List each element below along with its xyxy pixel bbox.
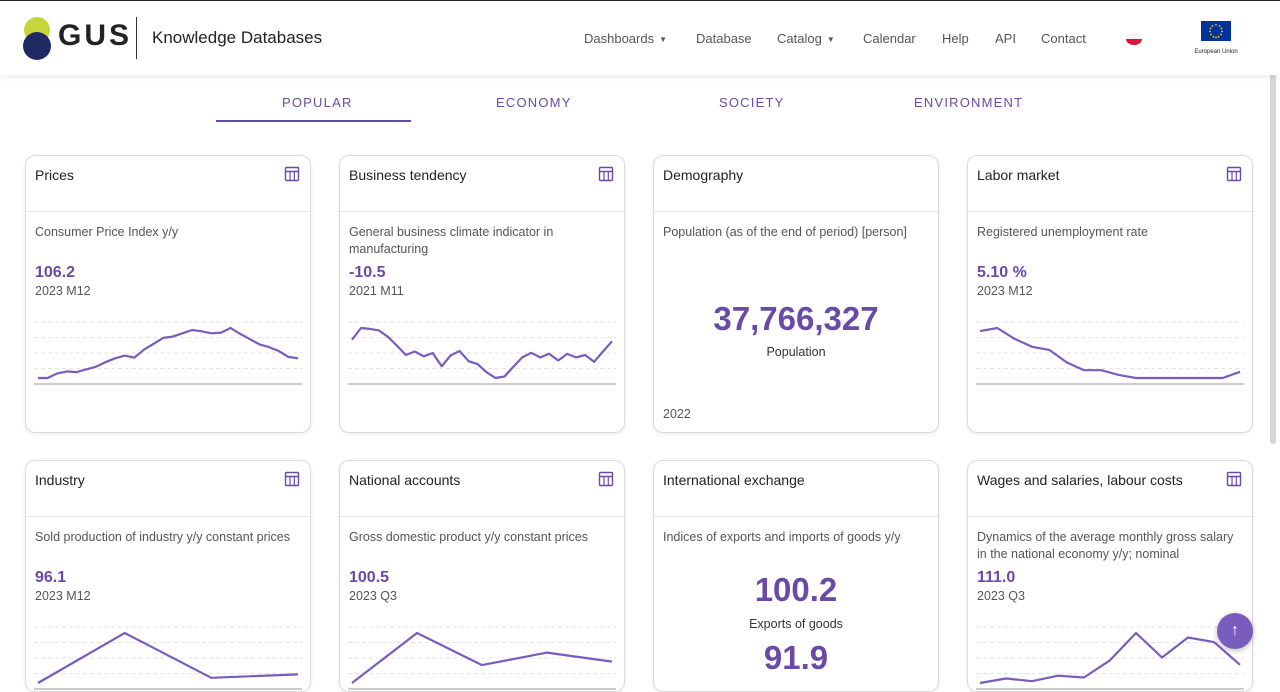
exports-value: 100.2 — [754, 571, 838, 608]
card-period: 2023 M12 — [977, 284, 1033, 298]
card-value: 111.0 — [977, 569, 1016, 586]
card-period: 2023 M12 — [35, 589, 91, 603]
eu-label: European Union — [1194, 49, 1238, 55]
table-icon[interactable] — [284, 166, 300, 182]
nav-help[interactable]: Help — [942, 31, 969, 46]
card-labor-market[interactable]: Labor market Registered unemployment rat… — [967, 155, 1253, 433]
logo-text[interactable]: GUS — [58, 19, 132, 53]
active-tab-indicator — [216, 120, 411, 122]
card-title: Wages and salaries, labour costs — [977, 472, 1183, 488]
polish-flag-icon[interactable] — [1126, 33, 1142, 45]
card-divider — [654, 516, 938, 517]
card-divider — [340, 211, 624, 212]
category-tabs: POPULAR ECONOMY SOCIETY ENVIRONMENT — [0, 86, 1280, 126]
card-description: Indices of exports and imports of goods … — [663, 530, 901, 544]
card-title: Demography — [663, 167, 744, 183]
card-wages-salaries[interactable]: Wages and salaries, labour costs Dynamic… — [967, 460, 1253, 692]
tab-environment[interactable]: ENVIRONMENT — [914, 95, 1023, 110]
nav-catalog[interactable]: Catalog ▼ — [777, 31, 835, 46]
card-value: 106.2 — [35, 264, 76, 281]
card-business-tendency[interactable]: Business tendency General business clima… — [339, 155, 625, 433]
nav-database[interactable]: Database — [696, 31, 752, 46]
sparkline-chart — [34, 626, 302, 690]
card-divider — [26, 211, 310, 212]
card-description: Gross domestic product y/y constant pric… — [349, 530, 588, 544]
card-description: General business climate indicator in ma… — [349, 225, 554, 256]
card-industry[interactable]: Industry Sold production of industry y/y… — [25, 460, 311, 692]
card-national-accounts[interactable]: National accounts Gross domestic product… — [339, 460, 625, 692]
card-period: 2021 M11 — [349, 284, 404, 298]
site-title[interactable]: Knowledge Databases — [152, 28, 322, 48]
card-divider — [968, 211, 1252, 212]
sparkline-chart — [348, 626, 616, 690]
sparkline-chart — [34, 321, 302, 385]
card-description: Dynamics of the average monthly gross sa… — [977, 530, 1234, 561]
main-nav: Dashboards ▼ Database Catalog ▼ Calendar H… — [584, 31, 1280, 51]
logo-separator — [136, 17, 137, 59]
card-description: Consumer Price Index y/y — [35, 225, 179, 239]
card-description: Registered unemployment rate — [977, 225, 1148, 239]
card-period: 2023 M12 — [35, 284, 91, 298]
card-divider — [340, 516, 624, 517]
card-value: 96.1 — [35, 569, 67, 586]
card-divider — [26, 516, 310, 517]
sparkline-chart — [976, 626, 1244, 690]
scroll-to-top-button[interactable]: ↑ — [1217, 613, 1253, 649]
sparkline-chart — [348, 321, 616, 385]
table-icon[interactable] — [598, 471, 614, 487]
card-period: 2023 Q3 — [349, 589, 397, 603]
card-international-exchange[interactable]: International exchange Indices of export… — [653, 460, 939, 692]
card-divider — [654, 211, 938, 212]
sparkline-chart — [976, 321, 1244, 385]
card-title: Labor market — [977, 167, 1060, 183]
card-demography[interactable]: Demography Population (as of the end of … — [653, 155, 939, 433]
nav-label: Catalog — [777, 31, 822, 46]
tab-society[interactable]: SOCIETY — [719, 95, 784, 110]
card-title: National accounts — [349, 472, 461, 488]
card-value: -10.5 — [349, 264, 386, 281]
page-scrollbar[interactable] — [1270, 74, 1276, 444]
card-period: 2023 Q3 — [977, 589, 1025, 603]
card-title: Business tendency — [349, 167, 467, 183]
eu-logo: European Union — [1186, 21, 1246, 57]
card-year: 2022 — [663, 407, 691, 421]
site-header: GUS Knowledge Databases Dashboards ▼ Data… — [0, 0, 1280, 75]
population-label: Population — [766, 345, 826, 359]
table-icon[interactable] — [598, 166, 614, 182]
card-prices[interactable]: Prices Consumer Price Index y/y 106.2 20… — [25, 155, 311, 433]
caret-down-icon: ▼ — [659, 35, 668, 45]
table-icon[interactable] — [1226, 471, 1242, 487]
table-icon[interactable] — [1226, 166, 1242, 182]
tab-popular[interactable]: POPULAR — [282, 95, 353, 110]
card-value: 100.5 — [349, 569, 390, 586]
population-value: 37,766,327 — [713, 300, 879, 337]
card-title: Industry — [35, 472, 85, 488]
table-icon[interactable] — [284, 471, 300, 487]
imports-value: 91.9 — [763, 639, 829, 676]
caret-down-icon: ▼ — [826, 35, 835, 45]
card-divider — [968, 516, 1252, 517]
card-description: Sold production of industry y/y constant… — [35, 530, 290, 544]
nav-contact[interactable]: Contact — [1041, 31, 1086, 46]
card-value: 5.10 % — [977, 264, 1027, 281]
nav-dashboards[interactable]: Dashboards ▼ — [584, 31, 667, 46]
tab-economy[interactable]: ECONOMY — [496, 95, 572, 110]
card-title: Prices — [35, 167, 74, 183]
nav-api[interactable]: API — [995, 31, 1016, 46]
nav-calendar[interactable]: Calendar — [863, 31, 916, 46]
card-description: Population (as of the end of period) [pe… — [663, 225, 907, 239]
exports-label: Exports of goods — [749, 617, 843, 631]
eu-flag-icon — [1201, 21, 1231, 41]
card-title: International exchange — [663, 472, 805, 488]
nav-label: Dashboards — [584, 31, 655, 46]
arrow-up-icon: ↑ — [1231, 622, 1239, 639]
